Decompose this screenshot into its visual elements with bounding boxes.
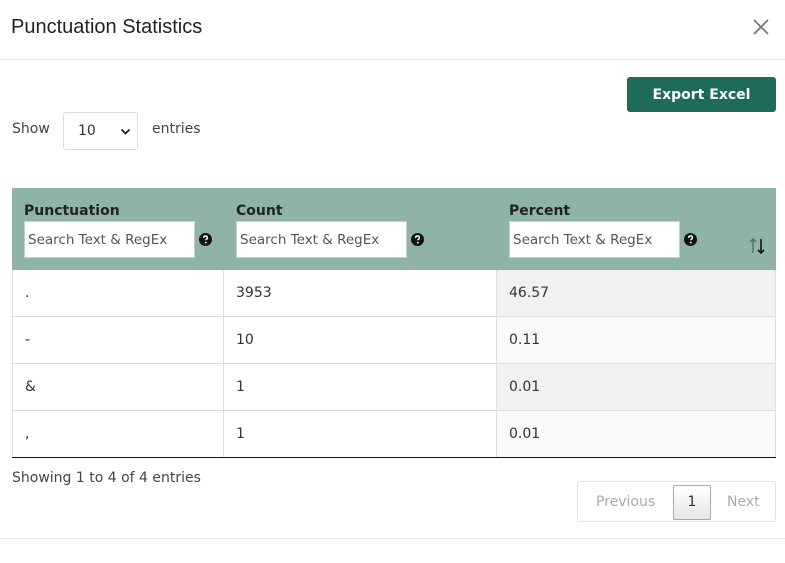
cell-punctuation: , [12,411,224,457]
modal-header: Punctuation Statistics [0,0,785,60]
question-circle-icon[interactable] [199,233,212,246]
cell-percent: 0.01 [497,364,776,410]
cell-punctuation: . [12,270,224,316]
pagination: Previous 1 Next [577,481,776,522]
punctuation-statistics-modal: Punctuation Statistics Export Excel Show… [0,0,785,563]
count-search-input[interactable] [236,221,407,258]
chevron-down-icon [120,128,131,135]
cell-percent: 46.57 [497,270,776,316]
show-label: Show [12,121,50,137]
cell-count: 10 [224,317,497,363]
question-circle-icon[interactable] [411,233,424,246]
sort-icon[interactable] [748,236,766,256]
cell-punctuation: & [12,364,224,410]
table-header: Punctuation Count Percent [12,188,776,270]
close-icon [753,19,769,35]
table-row: . 3953 46.57 [12,270,776,317]
cell-percent: 0.01 [497,411,776,457]
column-header-percent[interactable]: Percent [509,203,570,219]
question-circle-icon[interactable] [684,233,697,246]
table-info: Showing 1 to 4 of 4 entries [12,470,201,486]
punctuation-search-input[interactable] [24,221,195,258]
modal-title: Punctuation Statistics [11,16,203,38]
previous-page-button[interactable]: Previous [596,494,655,510]
column-header-count[interactable]: Count [236,203,283,219]
cell-count: 3953 [224,270,497,316]
cell-percent: 0.11 [497,317,776,363]
cell-count: 1 [224,364,497,410]
entries-per-page-value: 10 [78,123,96,139]
table-row: , 1 0.01 [12,411,776,458]
next-page-button[interactable]: Next [727,494,760,510]
cell-count: 1 [224,411,497,457]
cell-punctuation: - [12,317,224,363]
entries-label: entries [152,121,201,137]
entries-per-page-select[interactable]: 10 [63,112,138,150]
export-excel-button[interactable]: Export Excel [627,77,776,112]
column-header-punctuation[interactable]: Punctuation [24,203,120,219]
table-row: & 1 0.01 [12,364,776,411]
percent-search-input[interactable] [509,221,680,258]
table-row: - 10 0.11 [12,317,776,364]
close-button[interactable] [748,14,774,40]
statistics-table: Punctuation Count Percent [12,188,776,458]
page-1-button[interactable]: 1 [673,485,711,520]
modal-footer-divider [0,538,785,539]
